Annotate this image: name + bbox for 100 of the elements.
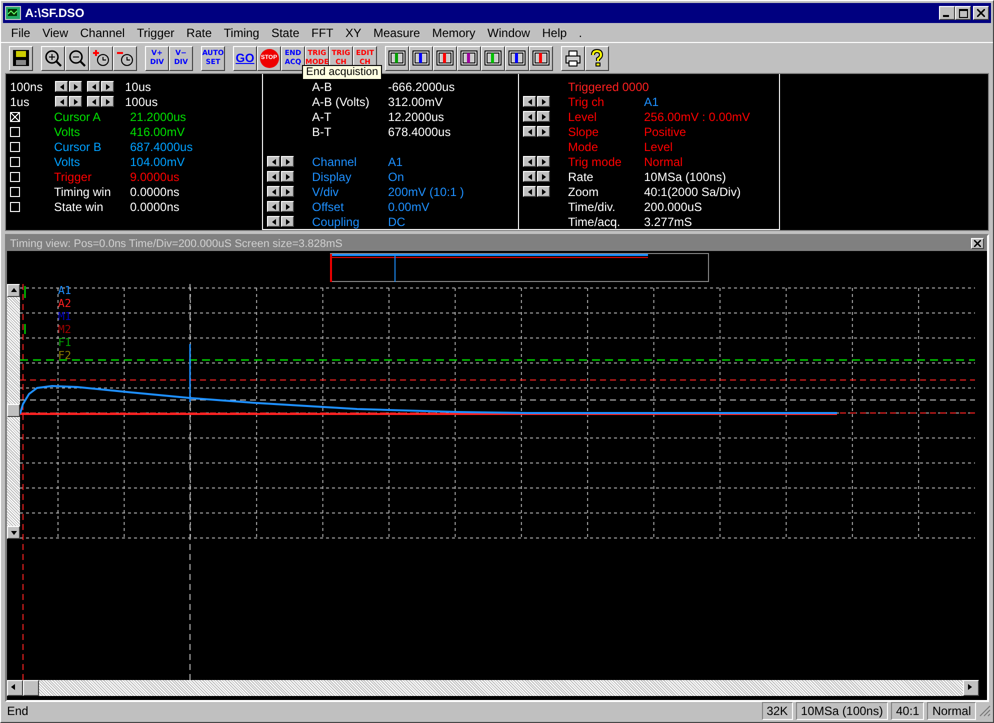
left-arrow-button[interactable]: [523, 171, 536, 182]
scroll-thumb[interactable]: [7, 404, 20, 417]
menu-item[interactable]: File: [5, 26, 36, 40]
left-arrow-button[interactable]: [267, 156, 280, 167]
right-arrow-button[interactable]: [537, 156, 550, 167]
menu-item[interactable]: .: [572, 26, 588, 40]
left-arrow-button[interactable]: [523, 96, 536, 107]
setting-value: On: [388, 170, 404, 184]
left-arrow-button[interactable]: [87, 96, 100, 107]
menu-item[interactable]: Memory: [426, 26, 482, 40]
toolbar-button[interactable]: [585, 46, 609, 70]
close-button[interactable]: [973, 6, 989, 20]
left-arrow-button[interactable]: [523, 156, 536, 167]
menu-item[interactable]: Timing: [218, 26, 266, 40]
right-arrow-button[interactable]: [537, 186, 550, 197]
left-arrow-button[interactable]: [523, 126, 536, 137]
trigger-line[interactable]: [22, 284, 24, 680]
right-arrow-button[interactable]: [69, 81, 82, 92]
help-icon: [588, 49, 606, 67]
right-arrow-button[interactable]: [281, 171, 294, 182]
toolbar-button[interactable]: [481, 46, 505, 70]
menu-item[interactable]: Window: [481, 26, 536, 40]
right-arrow-button[interactable]: [69, 96, 82, 107]
measurement-value: -666.2000us: [388, 80, 455, 94]
menu-item[interactable]: View: [36, 26, 74, 40]
marker-line: [24, 285, 26, 335]
right-arrow-button[interactable]: [281, 186, 294, 197]
toolbar-button[interactable]: [89, 46, 113, 70]
toolbar-button[interactable]: [65, 46, 89, 70]
checkbox[interactable]: [10, 172, 20, 182]
scroll-thumb[interactable]: [23, 680, 39, 696]
scroll-left-button[interactable]: [7, 680, 23, 696]
zoom-out-icon: [68, 49, 86, 67]
setting-label: Level: [568, 110, 598, 124]
toolbar-button[interactable]: [529, 46, 553, 70]
setting-label: Time/acq.: [568, 214, 622, 228]
right-arrow-button[interactable]: [101, 81, 114, 92]
left-arrow-button[interactable]: [87, 81, 100, 92]
status-panel: Normal: [927, 702, 976, 720]
setting-label: Offset: [312, 200, 345, 214]
cursor-value: 416.00mV: [130, 124, 185, 138]
screen-icon: [436, 49, 454, 67]
zoom-in-icon: [44, 49, 62, 67]
vertical-scrollbar[interactable]: [7, 284, 20, 539]
toolbar-button[interactable]: [41, 46, 65, 70]
left-arrow-button[interactable]: [55, 96, 68, 107]
right-arrow-button[interactable]: [281, 156, 294, 167]
checkbox[interactable]: [10, 112, 20, 122]
menu-item[interactable]: Help: [536, 26, 573, 40]
checkbox[interactable]: [10, 156, 20, 166]
measurement-label: B-T: [312, 124, 332, 138]
toolbar-button[interactable]: [113, 46, 137, 70]
right-arrow-button[interactable]: [537, 111, 550, 122]
checkbox[interactable]: [10, 186, 20, 196]
left-arrow-button[interactable]: [523, 186, 536, 197]
menu-item[interactable]: State: [265, 26, 306, 40]
cursor-value: 9.0000us: [130, 170, 180, 184]
checkbox[interactable]: [10, 142, 20, 152]
menu-item[interactable]: XY: [339, 26, 368, 40]
range-value: 10us: [125, 80, 152, 94]
scroll-up-button[interactable]: [7, 284, 20, 297]
right-arrow-button[interactable]: [537, 126, 550, 137]
left-arrow-button[interactable]: [523, 111, 536, 122]
toolbar-button[interactable]: [385, 46, 409, 70]
toolbar-button[interactable]: [9, 46, 33, 70]
menu-item[interactable]: Measure: [367, 26, 426, 40]
maximize-button[interactable]: [955, 6, 971, 20]
left-arrow-button[interactable]: [267, 186, 280, 197]
range-label: 1us: [10, 94, 30, 108]
toolbar-button[interactable]: [457, 46, 481, 70]
checkbox[interactable]: [10, 126, 20, 136]
toolbar-button[interactable]: [433, 46, 457, 70]
right-arrow-button[interactable]: [281, 216, 294, 227]
minimize-button[interactable]: [939, 6, 955, 20]
toolbar-button[interactable]: [561, 46, 585, 70]
go-button[interactable]: GO: [233, 46, 257, 70]
scroll-right-button[interactable]: [963, 680, 979, 696]
toolbar-button[interactable]: [409, 46, 433, 70]
setting-value: Level: [644, 140, 673, 154]
menu-item[interactable]: Rate: [180, 26, 218, 40]
right-arrow-button[interactable]: [101, 96, 114, 107]
checkbox[interactable]: [10, 202, 20, 212]
toolbar-button[interactable]: [505, 46, 529, 70]
right-arrow-button[interactable]: [537, 96, 550, 107]
measurement-label: A-B: [312, 80, 334, 94]
left-arrow-button[interactable]: [55, 81, 68, 92]
right-arrow-button[interactable]: [537, 171, 550, 182]
menu-item[interactable]: Channel: [74, 26, 131, 40]
left-arrow-button[interactable]: [267, 171, 280, 182]
close-button[interactable]: [971, 238, 984, 249]
cursor-line[interactable]: [20, 359, 975, 361]
left-arrow-button[interactable]: [267, 201, 280, 212]
right-arrow-button[interactable]: [281, 201, 294, 212]
menu-item[interactable]: FFT: [305, 26, 340, 40]
left-arrow-button[interactable]: [267, 216, 280, 227]
scroll-down-button[interactable]: [7, 526, 20, 539]
horizontal-scrollbar[interactable]: [7, 680, 979, 696]
menu-item[interactable]: Trigger: [130, 26, 180, 40]
setting-value: 256.00mV : 0.00mV: [644, 110, 750, 124]
trigger-status: Triggered 0000: [568, 80, 649, 94]
